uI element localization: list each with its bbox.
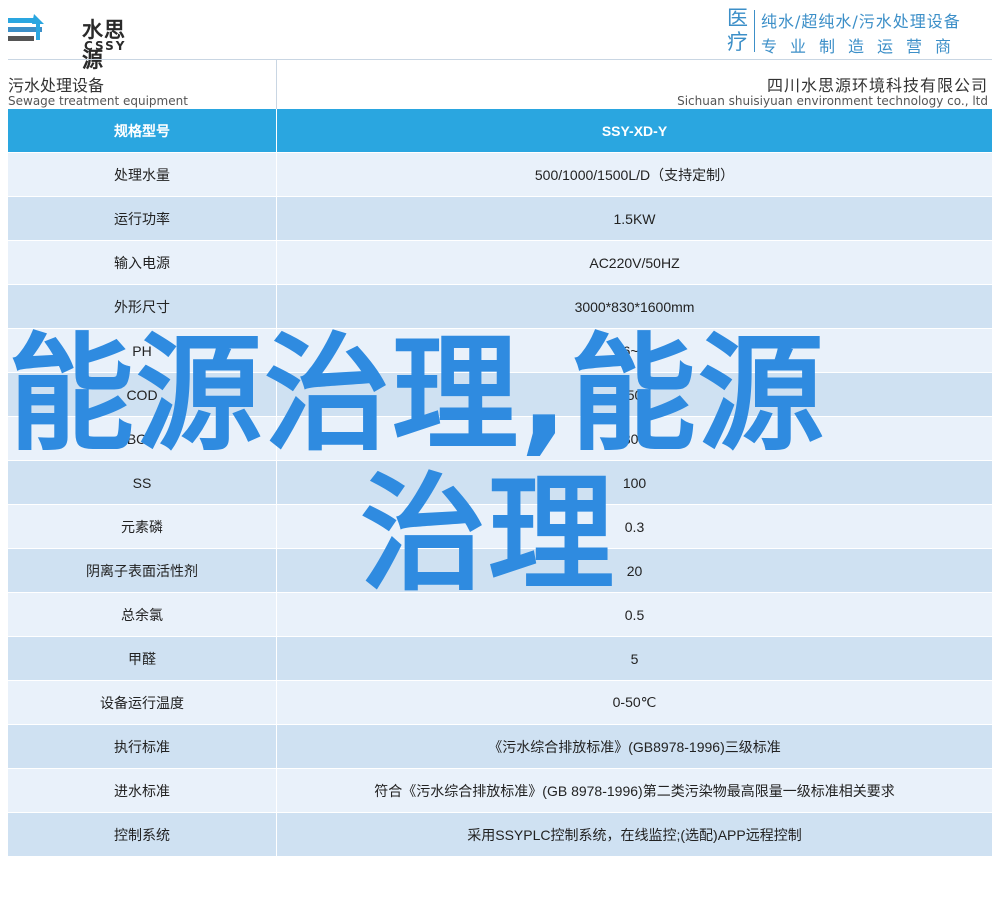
spec-value: 500/1000/1500L/D（支持定制） xyxy=(276,152,992,197)
table-row: COD 50 xyxy=(8,372,992,417)
table-row: 运行功率 1.5KW xyxy=(8,196,992,241)
table-row: 执行标准 《污水综合排放标准》(GB8978-1996)三级标准 xyxy=(8,724,992,769)
company-name-en: Sichuan shuisiyuan environment technolog… xyxy=(677,94,988,108)
spec-key: 外形尺寸 xyxy=(8,284,277,329)
spec-table-header-row: 规格型号 SSY-XD-Y xyxy=(8,109,992,153)
spec-header-value: SSY-XD-Y xyxy=(276,109,992,153)
spec-key: 输入电源 xyxy=(8,240,277,285)
spec-value: 《污水综合排放标准》(GB8978-1996)三级标准 xyxy=(276,724,992,769)
product-title-bar: 污水处理设备 Sewage treatment equipment 四川水思源环… xyxy=(8,59,992,110)
spec-key: BOD xyxy=(8,416,277,461)
slogan-divider xyxy=(754,10,755,52)
table-row: BOD 300 xyxy=(8,416,992,461)
spec-value: 100 xyxy=(276,460,992,505)
spec-value: 20 xyxy=(276,548,992,593)
table-row: 总余氯 0.5 xyxy=(8,592,992,637)
spec-value: 5 xyxy=(276,636,992,681)
spec-value: 6~9 xyxy=(276,328,992,373)
spec-key: SS xyxy=(8,460,277,505)
title-divider xyxy=(276,60,277,110)
spec-value: 采用SSYPLC控制系统，在线监控;(选配)APP远程控制 xyxy=(276,812,992,857)
spec-value: 0.3 xyxy=(276,504,992,549)
spec-key: 元素磷 xyxy=(8,504,277,549)
spec-key: 处理水量 xyxy=(8,152,277,197)
spec-table: 规格型号 SSY-XD-Y 处理水量 500/1000/1500L/D（支持定制）… xyxy=(8,109,992,857)
spec-header-key: 规格型号 xyxy=(8,109,277,153)
logo-text-en: CSSY xyxy=(84,39,127,53)
table-row: 元素磷 0.3 xyxy=(8,504,992,549)
product-category-en: Sewage treatment equipment xyxy=(8,94,188,108)
table-row: 阴离子表面活性剂 20 xyxy=(8,548,992,593)
spec-value: 3000*830*1600mm xyxy=(276,284,992,329)
spec-key: 进水标准 xyxy=(8,768,277,813)
spec-value: 0.5 xyxy=(276,592,992,637)
table-row: PH 6~9 xyxy=(8,328,992,373)
company-name-cn: 四川水思源环境科技有限公司 xyxy=(766,76,988,95)
table-row: 设备运行温度 0-50℃ xyxy=(8,680,992,725)
table-row: 进水标准 符合《污水综合排放标准》(GB 8978-1996)第二类污染物最高限量… xyxy=(8,768,992,813)
table-row: 甲醛 5 xyxy=(8,636,992,681)
table-row: SS 100 xyxy=(8,460,992,505)
spec-value: AC220V/50HZ xyxy=(276,240,992,285)
spec-key: 运行功率 xyxy=(8,196,277,241)
product-category-cn: 污水处理设备 xyxy=(8,76,105,95)
spec-value: 符合《污水综合排放标准》(GB 8978-1996)第二类污染物最高限量一级标准… xyxy=(276,768,992,813)
spec-key: 执行标准 xyxy=(8,724,277,769)
spec-key: 控制系统 xyxy=(8,812,277,857)
logo-mark-icon xyxy=(8,14,44,41)
spec-value: 300 xyxy=(276,416,992,461)
company-logo[interactable]: 水思源 CSSY xyxy=(6,6,146,72)
slogan-line-1: 纯水/超纯水/污水处理设备 xyxy=(761,12,961,31)
table-row: 外形尺寸 3000*830*1600mm xyxy=(8,284,992,329)
spec-key: PH xyxy=(8,328,277,373)
spec-value: 0-50℃ xyxy=(276,680,992,725)
table-row: 处理水量 500/1000/1500L/D（支持定制） xyxy=(8,152,992,197)
spec-value: 50 xyxy=(276,372,992,417)
spec-value: 1.5KW xyxy=(276,196,992,241)
table-row: 输入电源 AC220V/50HZ xyxy=(8,240,992,285)
spec-key: 总余氯 xyxy=(8,592,277,637)
table-row: 控制系统 采用SSYPLC控制系统，在线监控;(选配)APP远程控制 xyxy=(8,812,992,857)
spec-key: 甲醛 xyxy=(8,636,277,681)
slogan-line-2: 专业制造运营商 xyxy=(761,37,965,56)
slogan-badge: 医疗 xyxy=(727,6,748,54)
spec-key: 设备运行温度 xyxy=(8,680,277,725)
spec-key: COD xyxy=(8,372,277,417)
page-header: 水思源 CSSY 医疗 纯水/超纯水/污水处理设备 专业制造运营商 xyxy=(0,0,1000,72)
spec-key: 阴离子表面活性剂 xyxy=(8,548,277,593)
header-slogan: 医疗 纯水/超纯水/污水处理设备 专业制造运营商 xyxy=(727,6,995,56)
